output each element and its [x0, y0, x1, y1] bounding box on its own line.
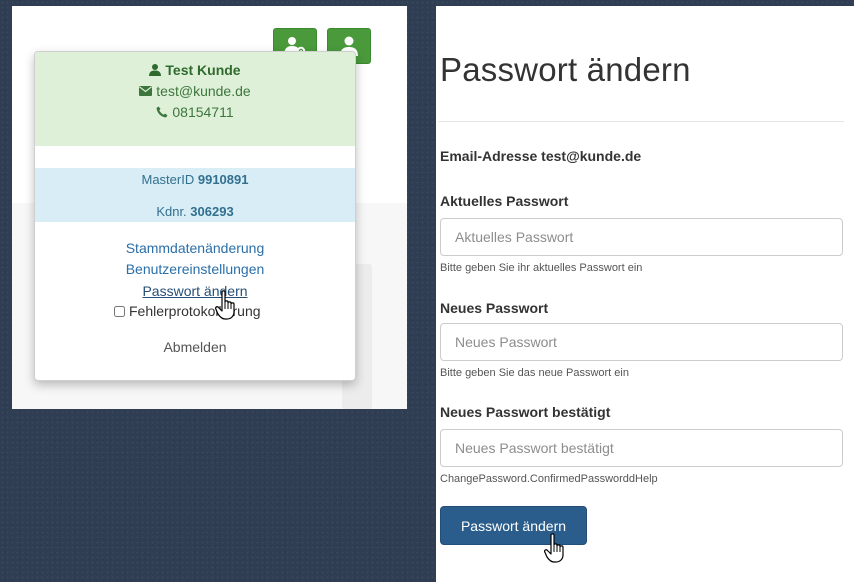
user-dropdown-menu: Test Kunde test@kunde.de 08154711 Master… — [34, 51, 356, 381]
customer-id-box: MasterID 9910891 Kdnr. 306293 — [35, 168, 355, 222]
user-name-row: Test Kunde — [35, 62, 355, 78]
current-password-input[interactable] — [440, 218, 843, 256]
customer-number-label: Kdnr. — [156, 204, 187, 219]
hand-cursor-icon — [215, 290, 235, 320]
customer-number-value: 306293 — [190, 204, 234, 219]
user-info-box: Test Kunde test@kunde.de 08154711 — [35, 52, 355, 146]
envelope-icon — [139, 86, 153, 96]
master-data-change-link[interactable]: Stammdatenänderung — [35, 240, 355, 256]
user-phone-row: 08154711 — [35, 104, 355, 120]
user-email-row: test@kunde.de — [35, 83, 355, 99]
user-email: test@kunde.de — [156, 83, 251, 99]
user-menu-panel: Test Kunde test@kunde.de 08154711 Master… — [12, 6, 407, 409]
logout-link[interactable]: Abmelden — [35, 339, 355, 355]
hand-cursor-icon — [544, 533, 564, 563]
new-password-help: Bitte geben Sie das neue Passwort ein — [440, 367, 629, 379]
master-id-value: 9910891 — [197, 172, 249, 187]
master-id-row: MasterID 9910891 — [35, 172, 355, 187]
page-title: Passwort ändern — [440, 51, 691, 88]
user-phone: 08154711 — [172, 104, 234, 120]
customer-number-row: Kdnr. 306293 — [35, 204, 355, 219]
email-address-line: Email-Adresse test@kunde.de — [440, 148, 641, 164]
confirm-password-help: ChangePassword.ConfirmedPassworddHelp — [440, 473, 658, 485]
master-id-label: MasterID — [141, 172, 195, 187]
user-name: Test Kunde — [165, 62, 241, 78]
current-password-label: Aktuelles Passwort — [440, 193, 569, 209]
email-address-value: test@kunde.de — [541, 148, 642, 164]
phone-icon — [156, 106, 168, 118]
confirm-password-label: Neues Passwort bestätigt — [440, 404, 611, 420]
new-password-label: Neues Passwort — [440, 300, 549, 316]
confirm-password-input[interactable] — [440, 429, 843, 467]
divider — [438, 121, 844, 122]
error-logging-checkbox[interactable] — [114, 305, 125, 317]
user-settings-link[interactable]: Benutzereinstellungen — [35, 261, 355, 277]
error-logging-label: Fehlerprotokollierung — [129, 303, 261, 319]
current-password-help: Bitte geben Sie ihr aktuelles Passwort e… — [440, 262, 643, 274]
user-icon — [149, 64, 162, 76]
change-password-link[interactable]: Passwort ändern — [35, 283, 355, 299]
email-address-label: Email-Adresse — [440, 148, 538, 164]
new-password-input[interactable] — [440, 323, 843, 361]
change-password-panel: Passwort ändern Email-Adresse test@kunde… — [436, 6, 854, 582]
